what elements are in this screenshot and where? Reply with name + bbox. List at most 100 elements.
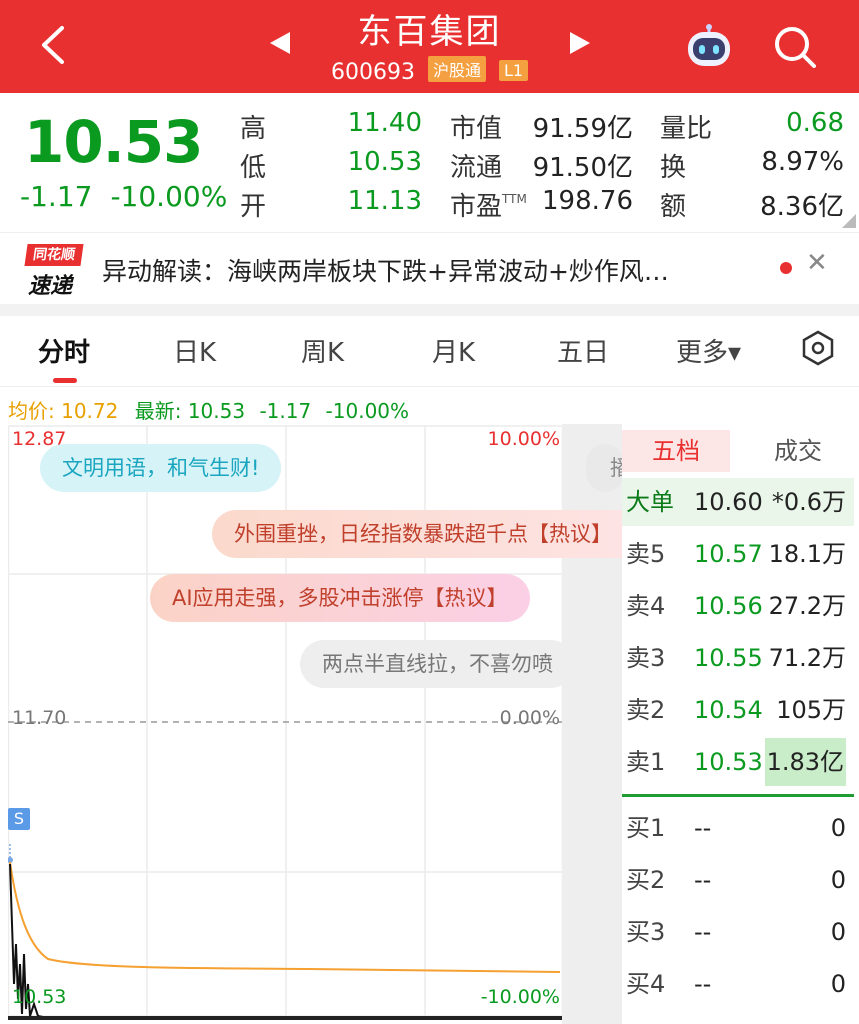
- price-change: -1.17 -10.00%: [20, 180, 245, 213]
- turnover-label: 换: [660, 153, 687, 183]
- comment-bubble[interactable]: 文明用语，和气生财!: [40, 444, 282, 492]
- mktcap-value: 91.59亿: [532, 114, 633, 144]
- divider: [0, 386, 859, 387]
- sell-signal-marker[interactable]: S: [8, 808, 30, 830]
- sell-label: 卖4: [626, 592, 666, 620]
- connect-tag: 沪股通: [427, 56, 486, 82]
- comment-bubble[interactable]: 两点半直线拉，不喜勿喷: [300, 640, 575, 688]
- unread-dot-icon: [780, 262, 792, 274]
- sell-row-2: 卖2 10.54 105万: [622, 686, 854, 734]
- buy-label: 买4: [626, 970, 666, 998]
- buy-label: 买1: [626, 814, 666, 842]
- comment-bubble[interactable]: AI应用走强，多股冲击涨停【热议】: [150, 574, 530, 622]
- chart-baseline: [8, 1016, 564, 1020]
- bottom-pct-label: -10.00%: [480, 986, 560, 1008]
- bottom-price-label: 10.53: [12, 986, 67, 1008]
- turnover-value: 8.97%: [761, 147, 844, 177]
- big-order-row: 大单 10.60 *0.6万: [622, 478, 854, 526]
- tab-weekly-k[interactable]: 周K: [301, 332, 344, 369]
- sell-label: 卖2: [626, 696, 666, 724]
- sell-volume: 71.2万: [768, 644, 846, 672]
- avg-price: 均价: 10.72: [8, 399, 119, 423]
- ths-express-logo: 同花顺 速递: [22, 244, 84, 299]
- logo-top-text: 同花顺: [24, 244, 84, 266]
- sell-label: 卖3: [626, 644, 666, 672]
- latest-price: 最新: 10.53: [134, 399, 246, 423]
- tab-more[interactable]: 更多▾: [676, 332, 741, 369]
- sell-price: 10.53: [694, 748, 763, 776]
- app-header: 东百集团 600693 沪股通 L1: [0, 0, 859, 93]
- sell-row-4: 卖4 10.56 27.2万: [622, 582, 854, 630]
- ai-robot-icon[interactable]: [684, 24, 734, 68]
- buy-row-3: 买3 -- 0: [622, 908, 854, 956]
- chart-settings-icon[interactable]: [800, 330, 836, 366]
- big-order-volume: *0.6万: [771, 488, 846, 516]
- sell-volume-highlight: 1.83亿: [764, 738, 846, 786]
- pe-ttm-tag: TTM: [502, 192, 527, 206]
- mktcap-label: 市值: [450, 114, 503, 144]
- sell-price: 10.56: [694, 592, 763, 620]
- bid-ask-separator: [622, 794, 854, 797]
- buy-price: --: [694, 918, 712, 946]
- sell-volume: 18.1万: [768, 540, 846, 568]
- buy-volume: 0: [830, 918, 846, 946]
- sell-label: 卖5: [626, 540, 666, 568]
- amount-label: 额: [660, 192, 687, 222]
- amount-value: 8.36亿: [760, 192, 844, 222]
- buy-volume: 0: [830, 866, 846, 894]
- buy-row-1: 买1 -- 0: [622, 804, 854, 852]
- tab-monthly-k[interactable]: 月K: [432, 332, 475, 369]
- buy-row-2: 买2 -- 0: [622, 856, 854, 904]
- logo-bottom-text: 速递: [28, 274, 73, 299]
- buy-volume: 0: [830, 970, 846, 998]
- next-stock-icon[interactable]: [568, 30, 592, 56]
- low-label: 低: [240, 153, 267, 183]
- buy-label: 买2: [626, 866, 666, 894]
- high-value: 11.40: [347, 108, 422, 138]
- tab-five-levels[interactable]: 五档: [622, 430, 730, 472]
- comment-bubble[interactable]: 外围重挫，日经指数暴跌超千点【热议】: [212, 510, 622, 558]
- order-book-panel: 五档 成交 大单 10.60 *0.6万 卖5 10.57 18.1万 卖4 1…: [622, 424, 859, 1024]
- buy-label: 买3: [626, 918, 666, 946]
- big-order-price: 10.60: [694, 488, 763, 516]
- close-icon[interactable]: ✕: [806, 248, 828, 278]
- sell-price: 10.55: [694, 644, 763, 672]
- active-tab-indicator: [53, 378, 77, 383]
- sell-label: 卖1: [626, 748, 666, 776]
- tab-intraday[interactable]: 分时: [38, 332, 90, 369]
- float-label: 流通: [450, 153, 503, 183]
- news-headline[interactable]: 异动解读：海峡两岸板块下跌+异常波动+炒作风…: [102, 252, 762, 288]
- top-pct-label: 10.00%: [487, 428, 560, 450]
- pe-label-text: 市盈: [450, 192, 503, 222]
- buy-price: --: [694, 866, 712, 894]
- tab-daily-k[interactable]: 日K: [173, 332, 216, 369]
- sell-volume: 105万: [776, 696, 846, 724]
- avg-price-line: [9, 861, 561, 973]
- level-tag: L1: [498, 60, 529, 81]
- big-order-label: 大单: [626, 488, 674, 516]
- open-value: 11.13: [347, 186, 422, 216]
- sell-row-5: 卖5 10.57 18.1万: [622, 530, 854, 578]
- prev-stock-icon[interactable]: [268, 30, 292, 56]
- vol-ratio-label: 量比: [660, 114, 713, 144]
- search-icon[interactable]: [772, 24, 818, 70]
- tab-five-day[interactable]: 五日: [557, 332, 609, 369]
- comment-bubble[interactable]: 播: [586, 444, 624, 492]
- stock-code: 600693: [330, 60, 415, 85]
- buy-price: --: [694, 814, 712, 842]
- open-label: 开: [240, 192, 267, 222]
- divider: [0, 232, 859, 233]
- buy-row-4: 买4 -- 0: [622, 960, 854, 1008]
- expand-corner-icon[interactable]: [842, 214, 856, 228]
- pe-label: 市盈TTM: [450, 186, 527, 223]
- current-price: 10.53: [24, 108, 203, 176]
- float-value: 91.50亿: [532, 153, 633, 183]
- high-label: 高: [240, 114, 267, 144]
- change-amount: -1.17: [20, 180, 93, 213]
- sell-volume: 27.2万: [768, 592, 846, 620]
- sell-row-1: 卖1 10.53 1.83亿: [622, 738, 854, 786]
- vol-ratio-value: 0.68: [786, 108, 844, 138]
- change-percent: -10.00%: [110, 180, 228, 213]
- info-change-pct: -10.00%: [325, 399, 410, 423]
- tab-trades[interactable]: 成交: [742, 430, 854, 472]
